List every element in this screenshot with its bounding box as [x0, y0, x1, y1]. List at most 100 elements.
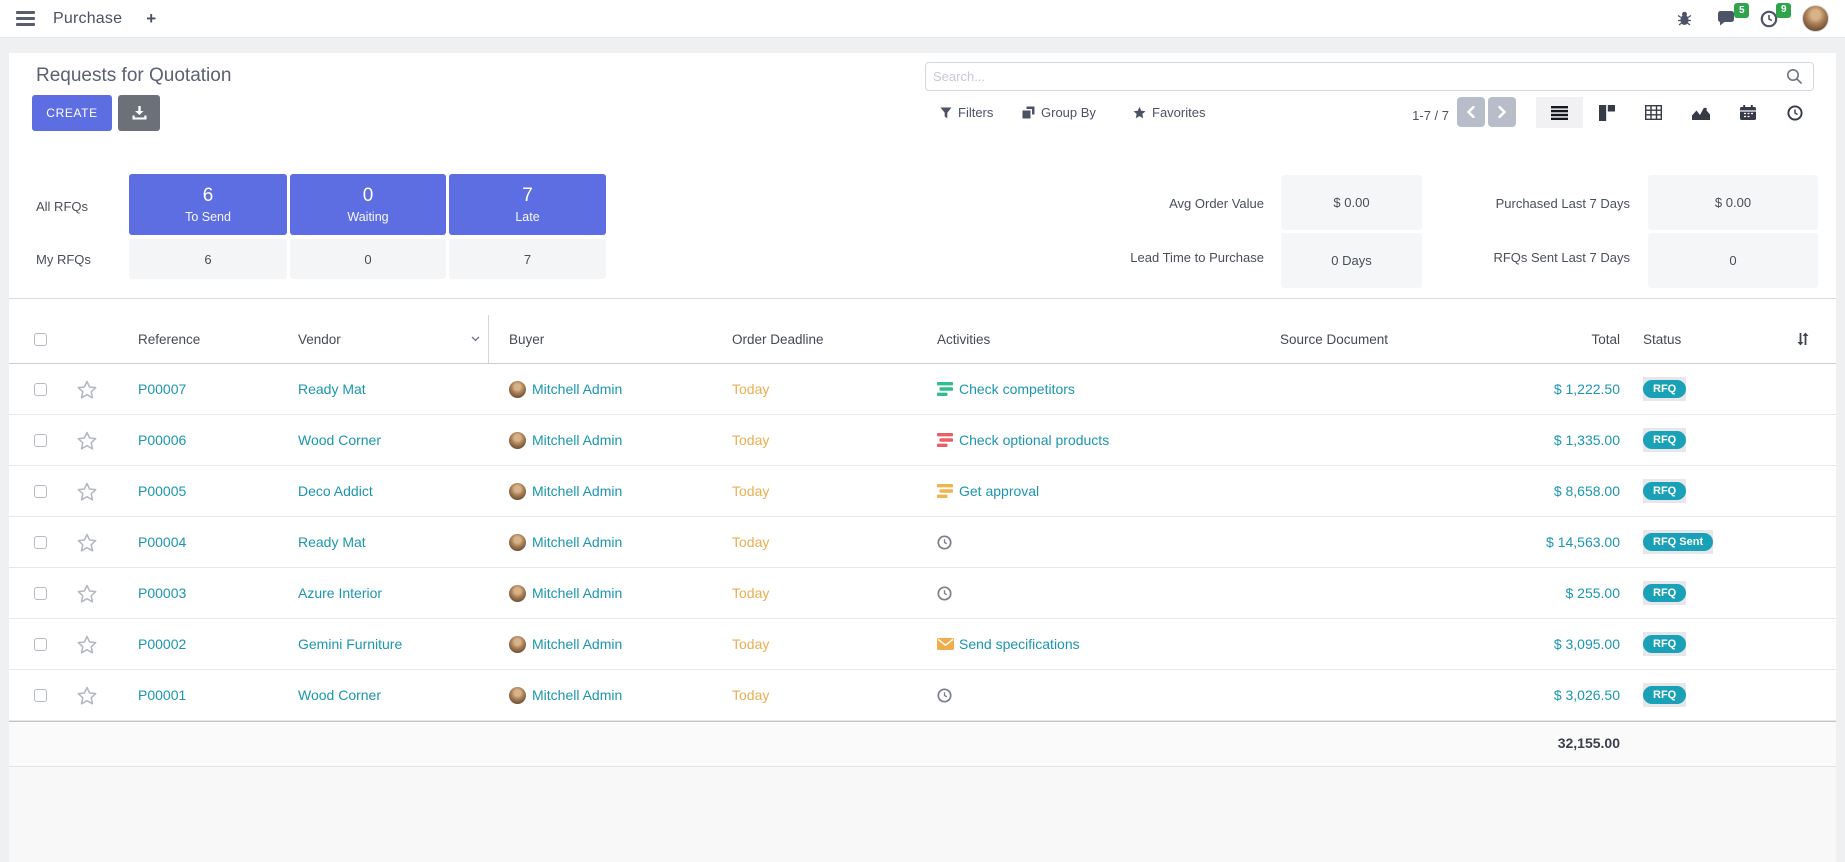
activity-label: Check optional products — [959, 432, 1109, 448]
kpi-avg-order-value-label: Avg Order Value — [1009, 196, 1264, 211]
deadline-value: Today — [732, 534, 769, 550]
row-checkbox[interactable] — [34, 485, 47, 498]
favorite-star-icon[interactable] — [77, 686, 97, 705]
stat-late[interactable]: 7 Late — [449, 174, 606, 235]
vendor-link: Gemini Furniture — [298, 636, 402, 652]
my-waiting[interactable]: 0 — [290, 239, 446, 279]
download-icon — [132, 106, 147, 120]
deadline-value: Today — [732, 636, 769, 652]
activity-view-icon — [1787, 105, 1803, 121]
activity-view-button[interactable] — [1771, 97, 1818, 128]
debug-icon[interactable] — [1677, 11, 1692, 26]
favorite-star-icon[interactable] — [77, 431, 97, 450]
favorite-star-icon[interactable] — [77, 482, 97, 501]
header-status[interactable]: Status — [1624, 332, 1769, 347]
activity-icon[interactable] — [937, 637, 955, 652]
my-late[interactable]: 7 — [449, 239, 606, 279]
vendor-link: Wood Corner — [298, 687, 381, 703]
menu-icon[interactable] — [16, 11, 35, 26]
search-box — [925, 62, 1814, 91]
vendor-link: Ready Mat — [298, 534, 366, 550]
header-buyer[interactable]: Buyer — [489, 332, 709, 347]
my-to-send[interactable]: 6 — [129, 239, 287, 279]
list-view-button[interactable] — [1536, 97, 1583, 128]
activity-icon[interactable] — [937, 433, 955, 448]
rfq-table: Reference Vendor Buyer Order Deadline Ac… — [9, 315, 1836, 767]
pivot-view-button[interactable] — [1630, 97, 1677, 128]
favorite-star-icon[interactable] — [77, 533, 97, 552]
reference-link: P00004 — [138, 534, 186, 550]
stat-waiting[interactable]: 0 Waiting — [290, 174, 446, 235]
status-badge: RFQ — [1643, 377, 1686, 401]
table-row[interactable]: P00003 Azure Interior Mitchell Admin Tod… — [9, 568, 1836, 619]
group-by-button[interactable]: Group By — [1022, 105, 1096, 120]
calendar-view-button[interactable] — [1724, 97, 1771, 128]
table-row[interactable]: P00001 Wood Corner Mitchell Admin Today … — [9, 670, 1836, 721]
row-checkbox[interactable] — [34, 587, 47, 600]
sort-desc-icon — [471, 336, 480, 342]
header-vendor[interactable]: Vendor — [294, 315, 489, 363]
select-all-checkbox[interactable] — [34, 333, 47, 346]
optional-columns-button[interactable] — [1795, 331, 1811, 347]
create-button[interactable]: CREATE — [32, 95, 112, 131]
deadline-value: Today — [732, 687, 769, 703]
table-row[interactable]: P00005 Deco Addict Mitchell Admin Today … — [9, 466, 1836, 517]
export-button[interactable] — [118, 95, 160, 131]
empty-area — [9, 767, 1836, 862]
status-badge: RFQ — [1643, 632, 1686, 656]
row-checkbox[interactable] — [34, 638, 47, 651]
search-input[interactable] — [926, 63, 1786, 90]
table-row[interactable]: P00007 Ready Mat Mitchell Admin Today Ch… — [9, 364, 1836, 415]
favorite-star-icon[interactable] — [77, 584, 97, 603]
header-order-deadline[interactable]: Order Deadline — [709, 332, 934, 347]
all-rfqs-label[interactable]: All RFQs — [36, 199, 116, 214]
to-send-title: To Send — [185, 210, 231, 224]
favorite-star-icon[interactable] — [77, 380, 97, 399]
stat-to-send[interactable]: 6 To Send — [129, 174, 287, 235]
favorites-label: Favorites — [1152, 105, 1205, 120]
graph-view-button[interactable] — [1677, 97, 1724, 128]
user-avatar[interactable] — [1802, 5, 1829, 32]
filters-button[interactable]: Filters — [940, 105, 993, 120]
activity-icon[interactable] — [937, 535, 955, 550]
favorites-button[interactable]: Favorites — [1133, 105, 1205, 120]
waiting-count: 0 — [363, 185, 374, 207]
header-activities[interactable]: Activities — [934, 332, 1159, 347]
activities-icon[interactable]: 9 — [1760, 10, 1778, 28]
app-name[interactable]: Purchase — [53, 10, 122, 28]
new-tab-icon[interactable]: + — [146, 9, 156, 29]
buyer-avatar — [509, 381, 526, 398]
waiting-title: Waiting — [347, 210, 388, 224]
total-amount: $ 3,095.00 — [1554, 636, 1620, 652]
activity-icon[interactable] — [937, 382, 955, 397]
total-amount: $ 8,658.00 — [1554, 483, 1620, 499]
row-checkbox[interactable] — [34, 434, 47, 447]
favorite-star-icon[interactable] — [77, 635, 97, 654]
vendor-link: Ready Mat — [298, 381, 366, 397]
header-reference[interactable]: Reference — [109, 332, 294, 347]
activity-icon[interactable] — [937, 688, 955, 703]
activity-icon[interactable] — [937, 484, 955, 499]
buyer-avatar — [509, 534, 526, 551]
row-checkbox[interactable] — [34, 383, 47, 396]
table-row[interactable]: P00006 Wood Corner Mitchell Admin Today … — [9, 415, 1836, 466]
my-rfqs-label[interactable]: My RFQs — [36, 252, 116, 267]
row-checkbox[interactable] — [34, 536, 47, 549]
row-checkbox[interactable] — [34, 689, 47, 702]
header-total[interactable]: Total — [1509, 332, 1624, 347]
header-source-document[interactable]: Source Document — [1159, 332, 1509, 347]
search-icon[interactable] — [1786, 68, 1803, 85]
vendor-link: Deco Addict — [298, 483, 373, 499]
messages-icon[interactable]: 5 — [1716, 10, 1736, 27]
pager-counter: 1-7 / 7 — [1339, 108, 1449, 123]
buyer-avatar — [509, 585, 526, 602]
activity-icon[interactable] — [937, 586, 955, 601]
table-row[interactable]: P00002 Gemini Furniture Mitchell Admin T… — [9, 619, 1836, 670]
section-divider — [9, 298, 1836, 299]
pager-previous-button[interactable] — [1457, 97, 1485, 127]
page-title: Requests for Quotation — [36, 65, 231, 87]
pager-next-button[interactable] — [1488, 97, 1516, 127]
deadline-value: Today — [732, 585, 769, 601]
table-row[interactable]: P00004 Ready Mat Mitchell Admin Today $ … — [9, 517, 1836, 568]
kanban-view-button[interactable] — [1583, 97, 1630, 128]
